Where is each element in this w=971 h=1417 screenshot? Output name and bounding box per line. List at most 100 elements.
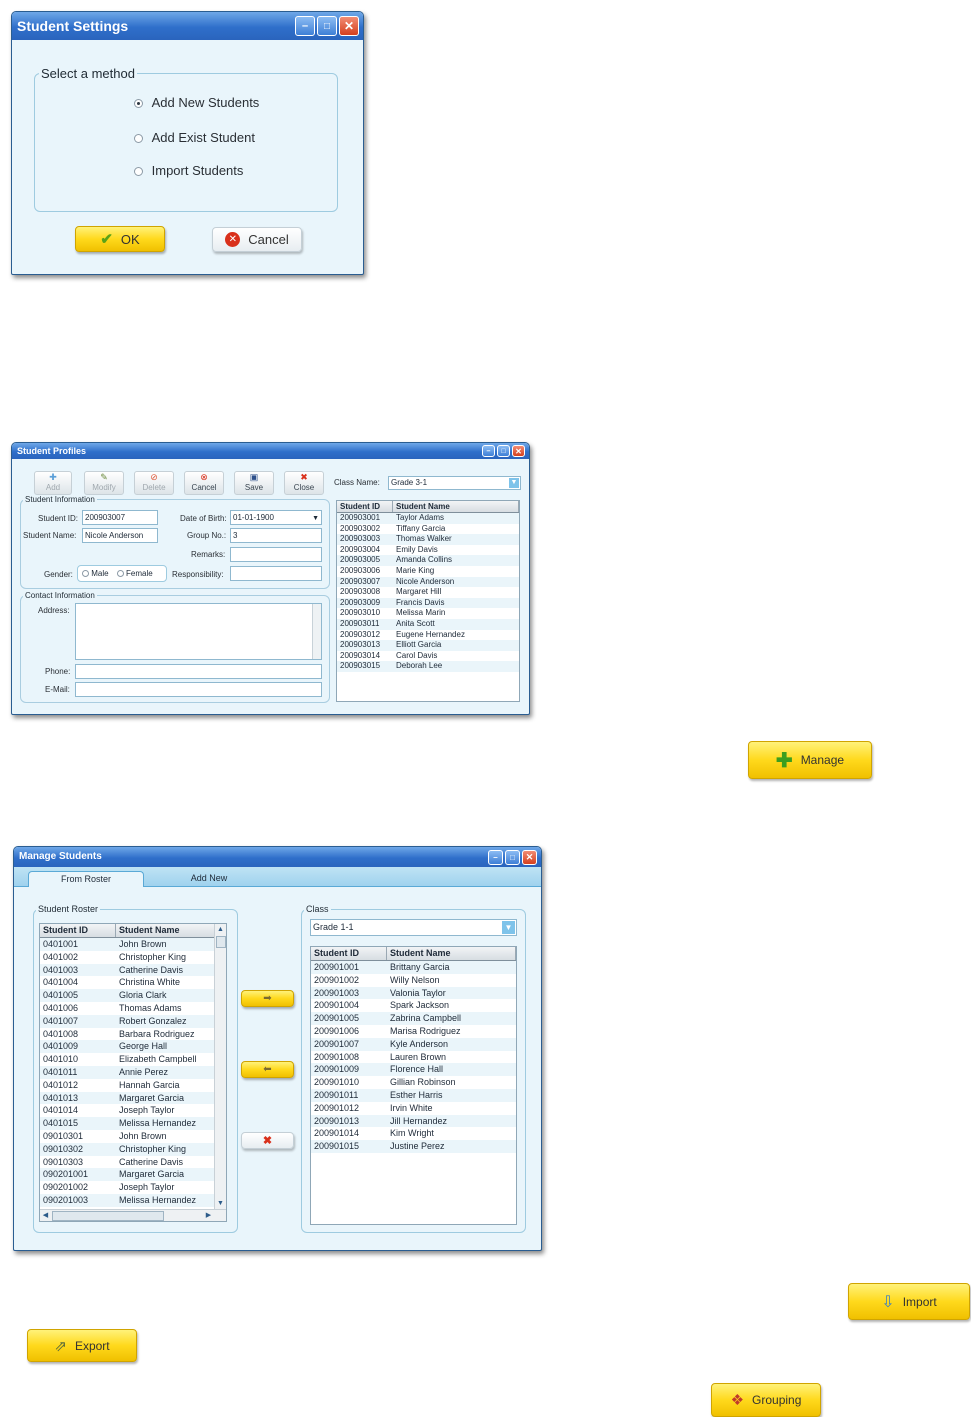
radio-icon[interactable] <box>82 570 89 578</box>
dropdown-arrow-icon[interactable]: ▼ <box>509 478 519 488</box>
gender-female-option[interactable]: Female <box>116 569 153 578</box>
class-students-table[interactable]: Student ID Student Name 200901001 Brittan… <box>310 946 517 1225</box>
table-row[interactable]: 0401001 John Brown <box>40 938 215 951</box>
close-button[interactable]: ✕ <box>339 16 359 36</box>
title-bar[interactable]: Student Settings – □ ✕ <box>12 12 363 40</box>
table-row[interactable]: 200903007 Nicole Anderson <box>337 576 519 588</box>
table-row[interactable]: 200901003 Valonia Taylor <box>311 986 516 1000</box>
cancel-button[interactable]: ✕ Cancel <box>212 227 302 252</box>
scroll-right-arrow-icon[interactable]: ▶ <box>203 1210 214 1221</box>
table-row[interactable]: 0401011 Annie Perez <box>40 1065 215 1079</box>
table-row[interactable]: 200903002 Tiffany Garcia <box>337 524 519 535</box>
table-row[interactable]: 200901002 Willy Nelson <box>311 974 516 987</box>
minimize-button[interactable]: – <box>488 850 503 865</box>
scroll-down-arrow-icon[interactable]: ▼ <box>215 1198 226 1209</box>
table-row[interactable]: 200903008 Margaret Hill <box>337 587 519 598</box>
column-header-student-id[interactable]: Student ID <box>40 924 116 937</box>
title-bar[interactable]: Manage Students – □ ✕ <box>14 847 541 867</box>
option-import-students[interactable]: Import Students <box>134 163 243 178</box>
minimize-button[interactable]: – <box>295 16 315 36</box>
table-row[interactable]: 200901013 Jill Hernandez <box>311 1114 516 1128</box>
class-name-select[interactable]: Grade 3-1 ▼ <box>388 476 521 490</box>
phone-field[interactable] <box>75 664 322 679</box>
table-row[interactable]: 200901009 Florence Hall <box>311 1063 516 1077</box>
roster-table[interactable]: Student ID Student Name 0401001 John Brow… <box>39 923 227 1222</box>
minimize-button[interactable]: – <box>482 445 495 457</box>
horizontal-scrollbar[interactable]: ◀ ▶ <box>40 1209 226 1221</box>
import-button[interactable]: ⇩ Import <box>848 1283 970 1320</box>
close-button[interactable]: ✕ <box>522 850 537 865</box>
table-row[interactable]: 0401002 Christopher King <box>40 951 215 964</box>
vertical-scrollbar[interactable]: ▲ ▼ <box>214 924 226 1209</box>
option-add-new-students[interactable]: Add New Students <box>134 95 259 110</box>
table-row[interactable]: 200903004 Emily Davis <box>337 545 519 556</box>
table-row[interactable]: 200903005 Amanda Collins <box>337 555 519 566</box>
table-row[interactable]: 200903006 Marie King <box>337 566 519 577</box>
title-bar[interactable]: Student Profiles – □ ✕ <box>12 443 529 459</box>
table-row[interactable]: 200903013 Elliott Garcia <box>337 640 519 651</box>
option-add-exist-student[interactable]: Add Exist Student <box>134 130 255 145</box>
scroll-thumb[interactable] <box>52 1211 164 1221</box>
table-row[interactable]: 0401007 Robert Gonzalez <box>40 1014 215 1028</box>
radio-icon[interactable] <box>116 570 124 578</box>
table-row[interactable]: 200903015 Deborah Lee <box>337 661 519 672</box>
dropdown-arrow-icon[interactable]: ▼ <box>502 921 515 934</box>
table-row[interactable]: 200901010 Gillian Robinson <box>311 1076 516 1089</box>
add-toolbar-button[interactable]: ✚ Add <box>34 471 72 495</box>
table-row[interactable]: 0401009 George Hall <box>40 1040 215 1054</box>
table-row[interactable]: 200901007 Kyle Anderson <box>311 1037 516 1051</box>
table-row[interactable]: 200901008 Lauren Brown <box>311 1051 516 1064</box>
table-row[interactable]: 0401004 Christina White <box>40 976 215 989</box>
maximize-button[interactable]: □ <box>505 850 520 865</box>
dob-field[interactable]: 01-01-1900 ▼ <box>230 510 322 525</box>
table-row[interactable]: 0401008 Barbara Rodriguez <box>40 1028 215 1041</box>
move-left-button[interactable]: ⬅ <box>241 1061 294 1078</box>
table-row[interactable]: 200903012 Eugene Hernandez <box>337 630 519 641</box>
table-row[interactable]: 0401010 Elizabeth Campbell <box>40 1053 215 1066</box>
remove-button[interactable]: ✖ <box>241 1132 294 1149</box>
column-header-student-name[interactable]: Student Name <box>387 947 516 960</box>
radio-icon[interactable] <box>134 167 143 177</box>
tab-add-new[interactable]: Add New <box>164 871 254 886</box>
address-textarea[interactable] <box>75 603 322 660</box>
table-row[interactable]: 200903014 Carol Davis <box>337 651 519 662</box>
group-no-field[interactable]: 3 <box>230 528 322 543</box>
table-row[interactable]: 200903010 Melissa Marin <box>337 608 519 619</box>
responsibility-field[interactable] <box>230 566 322 581</box>
close-button[interactable]: ✕ <box>512 445 525 457</box>
class-select[interactable]: Grade 1-1 ▼ <box>310 919 517 936</box>
maximize-button[interactable]: □ <box>317 16 337 36</box>
column-header-student-id[interactable]: Student ID <box>337 501 393 512</box>
students-table[interactable]: Student ID Student Name 200903001 Taylor … <box>336 500 520 702</box>
column-header-student-name[interactable]: Student Name <box>393 501 519 512</box>
ok-button[interactable]: ✔ OK <box>75 226 165 252</box>
table-row[interactable]: 200903011 Anita Scott <box>337 618 519 630</box>
table-row[interactable]: 200901001 Brittany Garcia <box>311 961 516 974</box>
table-row[interactable]: 200901012 Irvin White <box>311 1102 516 1115</box>
table-row[interactable]: 09010303 Catherine Davis <box>40 1156 215 1169</box>
table-row[interactable]: 090201003 Melissa Hernandez <box>40 1193 215 1207</box>
radio-selected-icon[interactable] <box>134 99 143 109</box>
table-row[interactable]: 200903009 Francis Davis <box>337 597 519 609</box>
gender-male-option[interactable]: Male <box>82 569 109 578</box>
export-button[interactable]: ⇗ Export <box>27 1329 137 1362</box>
column-header-student-name[interactable]: Student Name <box>116 924 215 937</box>
table-row[interactable]: 200901011 Esther Harris <box>311 1088 516 1102</box>
table-row[interactable]: 0401005 Gloria Clark <box>40 989 215 1002</box>
table-row[interactable]: 0401012 Hannah Garcia <box>40 1079 215 1092</box>
delete-toolbar-button[interactable]: ⊘ Delete <box>134 471 174 495</box>
save-toolbar-button[interactable]: ▣ Save <box>234 471 274 495</box>
table-row[interactable]: 200901014 Kim Wright <box>311 1127 516 1140</box>
grouping-button[interactable]: ❖ Grouping <box>711 1383 821 1417</box>
student-id-field[interactable]: 200903007 <box>82 510 158 525</box>
table-row[interactable]: 09010302 Christopher King <box>40 1142 215 1156</box>
table-row[interactable]: 200901006 Marisa Rodriguez <box>311 1025 516 1038</box>
table-row[interactable]: 200903003 Thomas Walker <box>337 534 519 545</box>
student-name-field[interactable]: Nicole Anderson <box>82 528 158 543</box>
radio-icon[interactable] <box>134 134 143 144</box>
table-row[interactable]: 200901015 Justine Perez <box>311 1140 516 1153</box>
table-row[interactable]: 0401006 Thomas Adams <box>40 1002 215 1015</box>
table-row[interactable]: 200903001 Taylor Adams <box>337 513 519 524</box>
table-row[interactable]: 0401015 Melissa Hernandez <box>40 1117 215 1130</box>
maximize-button[interactable]: □ <box>497 445 510 457</box>
